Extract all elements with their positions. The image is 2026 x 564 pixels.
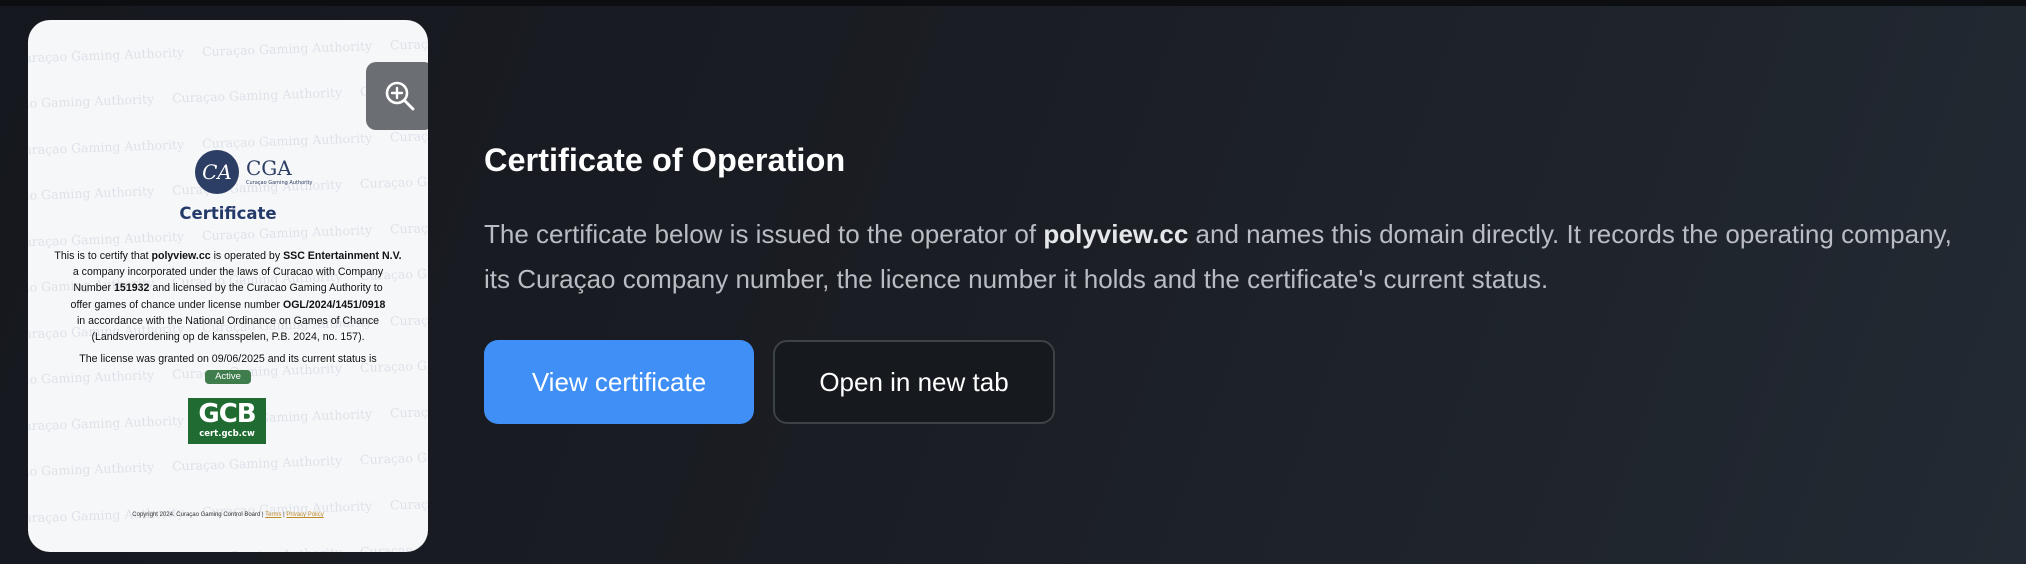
- company-number: 151932: [114, 282, 150, 295]
- open-in-new-tab-button[interactable]: Open in new tab: [773, 340, 1055, 424]
- watermark-text: Curaçao Gaming Authority: [172, 545, 342, 552]
- status-badge: Active: [205, 370, 251, 384]
- watermark-text: Curaçao Gaming Authority: [28, 136, 185, 158]
- company-number-label: Number: [73, 282, 112, 295]
- watermark-text: Curaçao Gaming Authority: [359, 446, 428, 468]
- terms-link[interactable]: Terms: [265, 512, 281, 518]
- footer-separator: |: [283, 512, 285, 518]
- watermark-text: Curaçao Gaming Authority: [171, 452, 343, 474]
- cga-logo: CA CGA Curaçao Gaming Authority: [195, 150, 313, 194]
- certificate-body: This is to certify that polyview.cc is o…: [48, 248, 408, 345]
- copyright-text: Copyright 2024. Curaçao Gaming Control B…: [132, 512, 264, 518]
- cga-logo-name: CGA: [246, 156, 292, 180]
- operator-name: SSC Entertainment N.V.: [283, 250, 402, 262]
- watermark-text: Curaçao Gaming Authority: [389, 32, 428, 53]
- certificate-line-2: a company incorporated under the laws of…: [72, 266, 384, 279]
- watermark-text: Curaçao Gaming Authority: [28, 367, 155, 389]
- watermark-text: Curaçao Gaming Authority: [28, 44, 185, 66]
- licensed-text: and licensed by the Curacao Gaming Autho…: [152, 282, 383, 295]
- certificate-line-6: (Landsverordening op de kansspelen, P.B.…: [91, 331, 365, 344]
- view-certificate-button[interactable]: View certificate: [484, 340, 754, 424]
- body-operated-by: is operated by: [213, 250, 281, 262]
- certificate-footer: Copyright 2024. Curaçao Gaming Control B…: [28, 512, 428, 518]
- license-number: OGL/2024/1451/0918: [282, 298, 386, 311]
- watermark-text: Curaçao Gaming Authority: [28, 551, 154, 552]
- page-title: Certificate of Operation: [484, 142, 846, 178]
- privacy-policy-link[interactable]: Privacy Policy: [286, 512, 323, 518]
- watermark-text: Curaçao Gaming Authority: [28, 412, 185, 434]
- certificate-line-3: Number 151932 and licensed by the Curaca…: [48, 280, 408, 296]
- certificate-line-4: offer games of chance under license numb…: [48, 297, 408, 313]
- certificate-line-5: in accordance with the National Ordinanc…: [76, 314, 380, 327]
- watermark-text: Curaçao Gaming Authority: [28, 91, 155, 113]
- watermark-text: Curaçao Gaming Authority: [359, 170, 428, 192]
- watermark-text: Curaçao Gaming Authority: [28, 459, 155, 481]
- gcb-seal[interactable]: GCB cert.gcb.cw: [188, 398, 266, 444]
- certificate-line-1: This is to certify that polyview.cc is o…: [48, 248, 408, 264]
- watermark-text: Curaçao Gaming Authority: [389, 492, 428, 513]
- description-part-1: The certificate below is issued to the o…: [484, 219, 1037, 249]
- gcb-seal-url: cert.gcb.cw: [199, 429, 255, 439]
- certified-domain: polyview.cc: [151, 250, 211, 262]
- watermark-row: Curaçao Gaming Authority Curaçao Gaming A…: [28, 526, 428, 552]
- license-status-line: The license was granted on 09/06/2025 an…: [79, 353, 377, 365]
- zoom-in-icon: [385, 81, 415, 111]
- gcb-seal-title: GCB: [198, 399, 256, 429]
- top-border: [0, 0, 2026, 6]
- watermark-text: Curaçao Gaming Authority: [28, 183, 155, 205]
- watermark-text: Curaçao Gaming Authority: [171, 84, 343, 106]
- cga-monogram: CA: [202, 160, 232, 184]
- watermark-text: Curaçao Gaming Authority: [28, 228, 185, 250]
- description-domain: polyview.cc: [1043, 219, 1189, 249]
- certificate-description: The certificate below is issued to the o…: [484, 212, 1984, 302]
- watermark-row: Curaçao Gaming AuthorityCuraçao Gaming A…: [28, 480, 428, 541]
- certificate-preview-card[interactable]: Curaçao Gaming Authority Curaçao Gaming A…: [28, 20, 428, 552]
- certificate-title: Certificate: [179, 204, 277, 223]
- watermark-text: Curaçao Gaming Authority: [201, 222, 373, 244]
- license-prefix: offer games of chance under license numb…: [70, 298, 280, 311]
- body-intro: This is to certify that: [54, 250, 149, 262]
- cga-logo-subtitle: Curaçao Gaming Authority: [246, 180, 313, 186]
- watermark-text: Curaçao Gaming Authority: [201, 38, 373, 60]
- watermark-text: Curaçao Gaming Authority: [389, 400, 428, 421]
- zoom-button[interactable]: [366, 62, 428, 130]
